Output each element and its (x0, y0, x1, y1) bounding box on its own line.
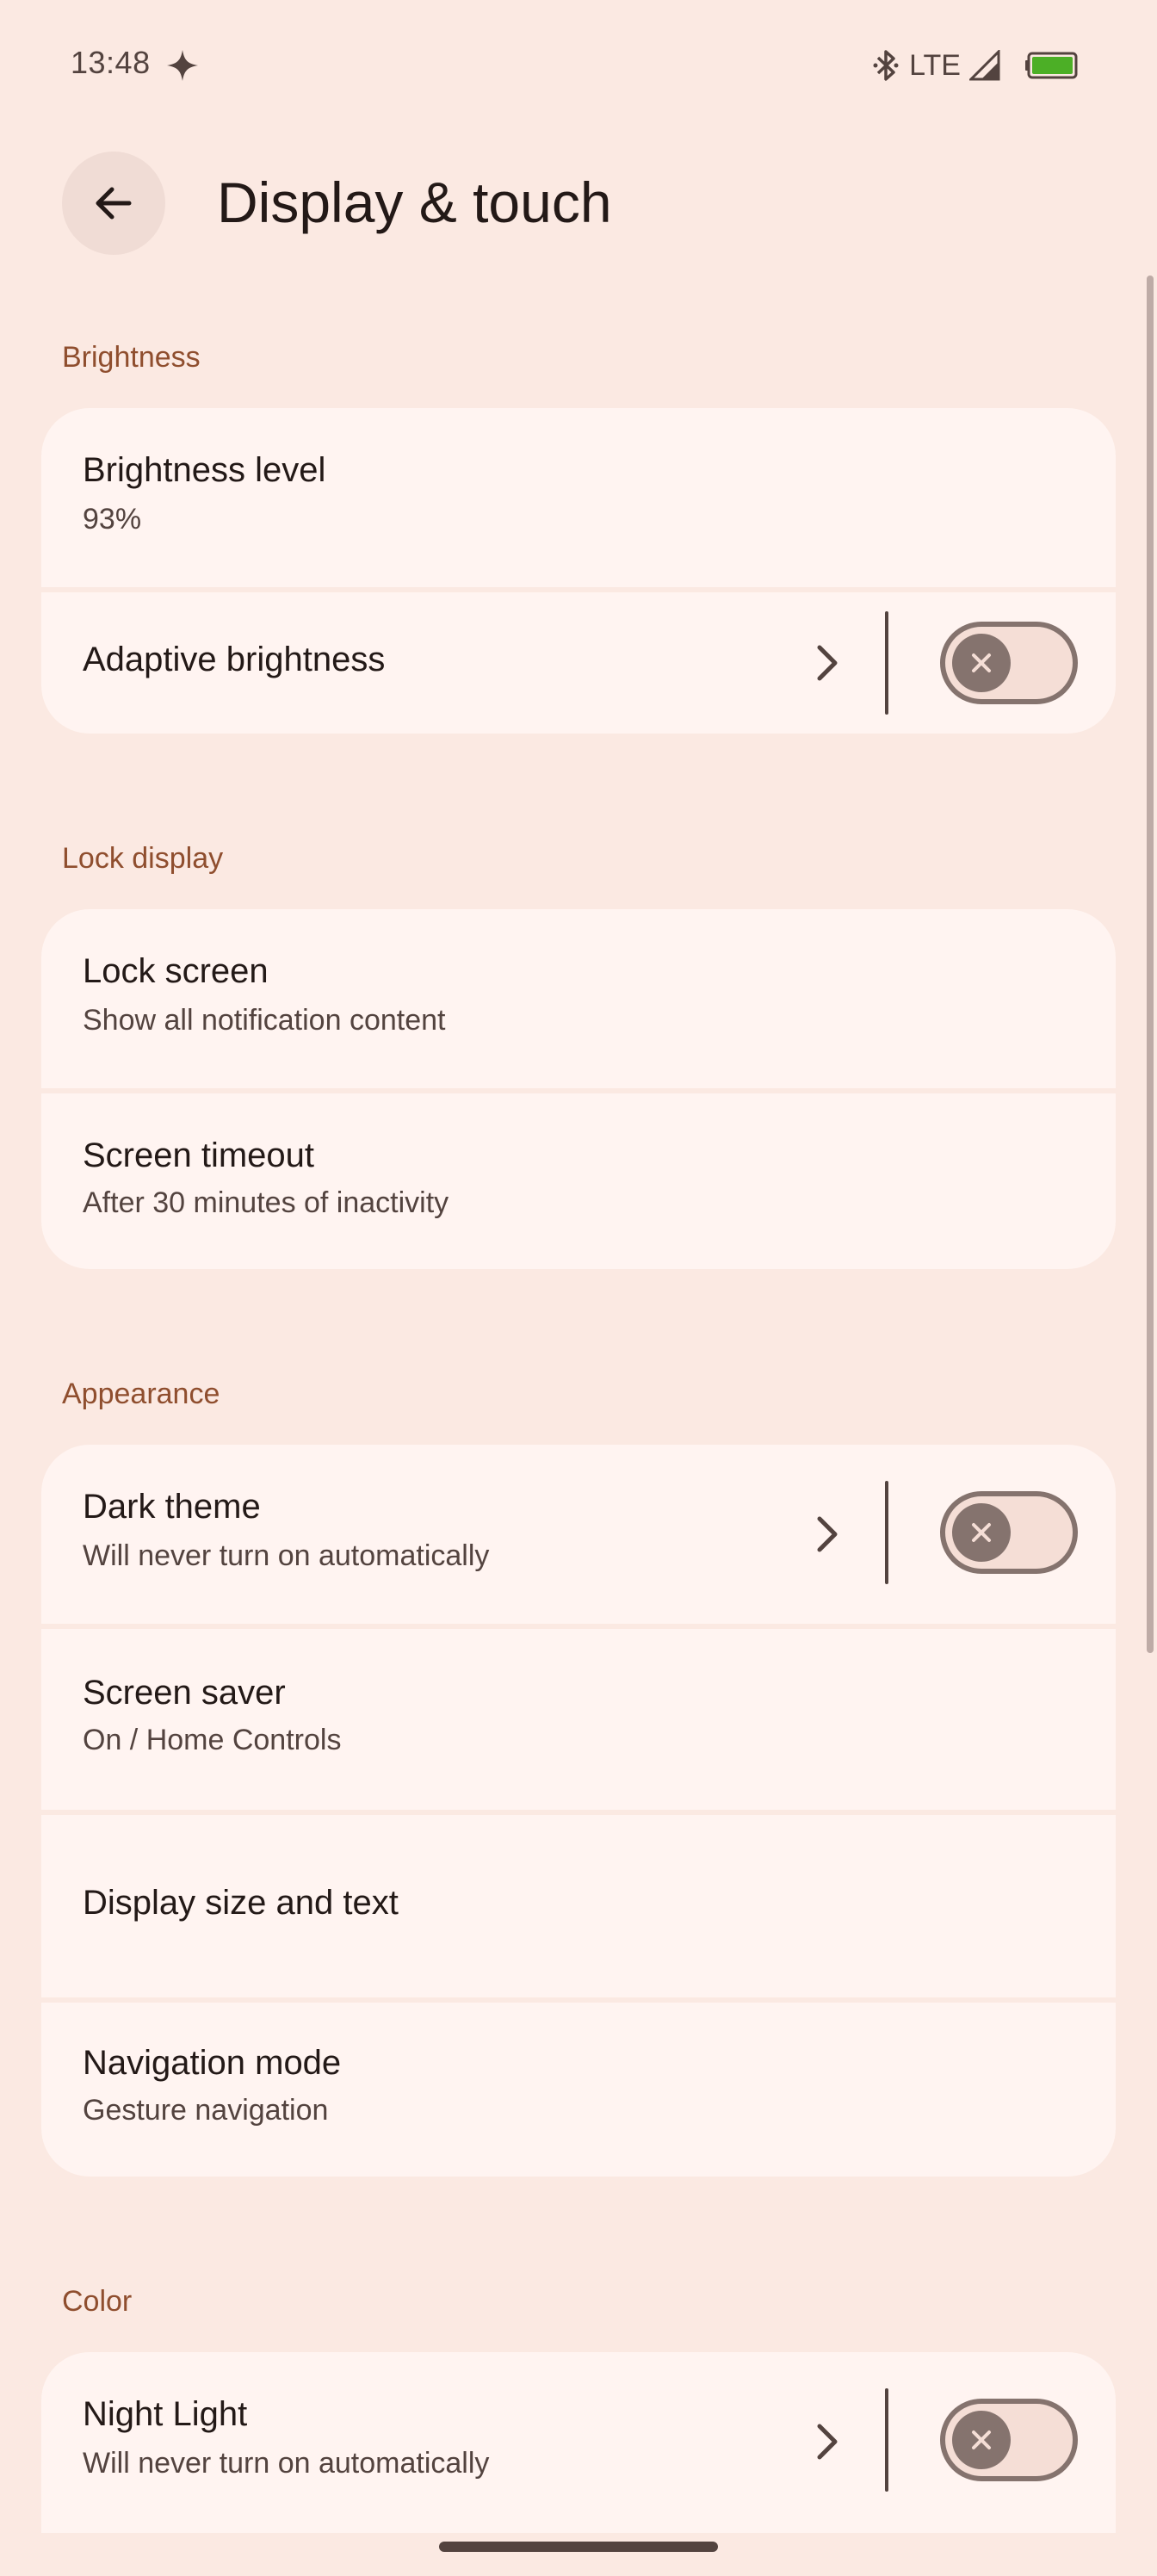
status-time: 13:48 (71, 45, 151, 80)
section-header-brightness: Brightness (62, 341, 201, 374)
back-button[interactable] (62, 152, 165, 255)
close-icon (972, 2430, 991, 2449)
home-indicator[interactable] (439, 2542, 718, 2552)
item-title: Display size and text (83, 1884, 399, 1922)
item-summary: Will never turn on automatically (83, 1539, 490, 1572)
section-header-color: Color (62, 2285, 133, 2318)
item-title: Brightness level (83, 451, 326, 489)
divider (885, 611, 888, 715)
dark-theme-switch[interactable] (940, 1491, 1078, 1574)
signal-icon (969, 50, 1000, 81)
display-size-text-item[interactable]: Display size and text (41, 1815, 1116, 1997)
item-title: Adaptive brightness (83, 641, 386, 678)
chevron-right-icon (817, 1516, 838, 1552)
item-title: Lock screen (83, 952, 269, 990)
switch-thumb (952, 2411, 1011, 2469)
lock-screen-item[interactable]: Lock screen Show all notification conten… (41, 909, 1116, 1088)
switch-thumb (952, 1503, 1011, 1562)
switch-thumb (952, 634, 1011, 692)
item-title: Screen timeout (83, 1136, 315, 1174)
item-summary: On / Home Controls (83, 1724, 342, 1756)
adaptive-brightness-item[interactable]: Adaptive brightness (41, 592, 1116, 734)
item-summary: Will never turn on automatically (83, 2447, 490, 2480)
status-icons: LTE (871, 48, 1078, 83)
navigation-mode-item[interactable]: Navigation mode Gesture navigation (41, 2003, 1116, 2177)
item-title: Navigation mode (83, 2044, 342, 2082)
night-light-item[interactable]: Night Light Will never turn on automatic… (41, 2352, 1116, 2533)
chevron-right-icon (817, 645, 838, 681)
arrow-back-icon (96, 187, 132, 220)
close-icon (972, 653, 991, 672)
status-bar: 13:48 LTE (0, 0, 1157, 129)
sparkle-icon (167, 50, 198, 81)
bluetooth-icon (873, 50, 899, 81)
section-header-appearance: Appearance (62, 1378, 220, 1410)
brightness-level-item[interactable]: Brightness level 93% (41, 408, 1116, 587)
battery-icon (1025, 52, 1078, 79)
item-title: Dark theme (83, 1488, 261, 1526)
network-type: LTE (909, 48, 961, 82)
item-summary: Show all notification content (83, 1004, 446, 1037)
dark-theme-item[interactable]: Dark theme Will never turn on automatica… (41, 1445, 1116, 1624)
item-title: Night Light (83, 2395, 248, 2433)
scrollbar[interactable] (1147, 276, 1154, 1653)
battery-level (1032, 57, 1073, 74)
chevron-right-icon (817, 2424, 838, 2460)
close-icon (972, 1523, 991, 1542)
screen-saver-item[interactable]: Screen saver On / Home Controls (41, 1629, 1116, 1810)
night-light-switch[interactable] (940, 2399, 1078, 2481)
adaptive-brightness-switch[interactable] (940, 622, 1078, 704)
divider (885, 2388, 888, 2492)
item-summary: After 30 minutes of inactivity (83, 1186, 449, 1219)
divider (885, 1481, 888, 1584)
page-title: Display & touch (217, 170, 612, 234)
item-summary: 93% (83, 503, 142, 536)
section-header-lock-display: Lock display (62, 842, 224, 875)
settings-page: 13:48 LTE Display & touch Brightness Bri… (0, 0, 1157, 2576)
item-summary: Gesture navigation (83, 2094, 329, 2127)
screen-timeout-item[interactable]: Screen timeout After 30 minutes of inact… (41, 1093, 1116, 1269)
item-title: Screen saver (83, 1674, 286, 1712)
